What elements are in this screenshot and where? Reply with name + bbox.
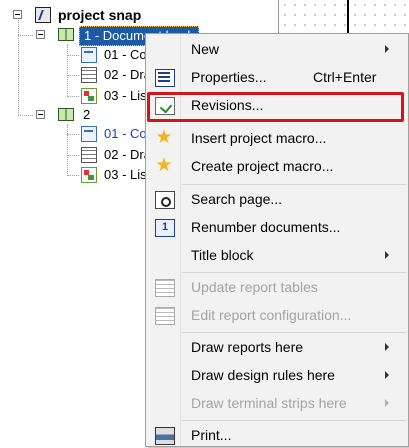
properties-icon [155, 69, 175, 87]
printer-icon [155, 427, 175, 445]
tree-connector [67, 175, 79, 176]
tree-connector [18, 115, 33, 116]
menu-item-draw-terminal-strips-here[interactable]: Draw terminal strips here [147, 390, 407, 416]
submenu-arrow-icon [385, 399, 389, 407]
tree-node-page[interactable]: 01 - Cover page [104, 125, 146, 143]
tree-connector [18, 35, 33, 36]
cover-page-icon [81, 126, 97, 142]
tree-node-label: 02 - Drawing [104, 67, 146, 82]
menu-item-label: Create project macro... [191, 158, 334, 174]
menu-separator [182, 420, 406, 421]
tree-root-project[interactable]: project snap [58, 6, 141, 24]
star-icon: ★ [155, 127, 173, 148]
book-icon [58, 108, 74, 121]
star-icon: ★ [155, 155, 173, 176]
menu-separator [182, 332, 406, 333]
drawing-page-icon [81, 147, 97, 163]
tree-connector [67, 155, 79, 156]
collapse-book-1-toggle[interactable] [36, 30, 45, 39]
menu-separator [182, 184, 406, 185]
menu-item-label: Insert project macro... [191, 130, 327, 146]
menu-item-label: New [191, 41, 220, 57]
menu-separator [182, 272, 406, 273]
menu-item-new[interactable]: New [147, 36, 407, 62]
tree-node-page[interactable]: 01 - Cover page [104, 46, 146, 64]
menu-item-edit-report-configuration[interactable]: Edit report configuration... [147, 302, 407, 328]
list-page-icon [81, 88, 97, 104]
tree-connector [67, 55, 79, 56]
tree-connector [67, 134, 79, 135]
menu-item-label: Search page... [191, 191, 283, 207]
menu-item-label: Draw reports here [191, 339, 304, 355]
list-page-icon [81, 167, 97, 183]
report-table-icon [155, 279, 175, 297]
menu-item-draw-design-rules-here[interactable]: Draw design rules here [147, 362, 407, 388]
tree-node-label: 03 - Lists [104, 88, 146, 103]
tree-node-label: 2 [83, 107, 91, 122]
tree-node-label: 01 - Cover page [104, 47, 146, 62]
menu-item-shortcut: Ctrl+Enter [313, 69, 377, 85]
project-icon [35, 7, 51, 23]
menu-item-label: Draw design rules here [191, 367, 335, 383]
renumber-icon: 1 [155, 219, 175, 237]
tree-node-page[interactable]: 03 - Lists [104, 166, 146, 184]
collapse-root-toggle[interactable] [13, 10, 22, 19]
submenu-arrow-icon [385, 251, 389, 259]
drawing-page-icon [81, 67, 97, 83]
tree-node-label: 02 - Drawing [104, 147, 146, 162]
tree-node-label: 03 - Lists [104, 167, 146, 182]
revisions-highlight-box [147, 92, 404, 122]
menu-item-draw-reports-here[interactable]: Draw reports here [147, 334, 407, 360]
tree-node-book-2[interactable]: 2 [83, 106, 90, 124]
menu-item-label: Update report tables [191, 279, 318, 295]
menu-item-insert-project-macro[interactable]: ★ Insert project macro... [147, 125, 407, 151]
book-icon [58, 28, 74, 41]
menu-item-create-project-macro[interactable]: ★ Create project macro... [147, 153, 407, 179]
menu-item-update-report-tables[interactable]: Update report tables [147, 274, 407, 300]
menu-item-renumber-documents[interactable]: 1 Renumber documents... [147, 214, 407, 240]
menu-item-label: Properties... [191, 69, 267, 85]
tree-node-page[interactable]: 02 - Drawing [104, 146, 146, 164]
tree-node-label: 01 - Cover page [104, 126, 146, 141]
menu-item-title-block[interactable]: Title block [147, 242, 407, 268]
tree-node-page[interactable]: 02 - Drawing [104, 66, 146, 84]
report-table-icon [155, 307, 175, 325]
submenu-arrow-icon [385, 45, 389, 53]
menu-item-print[interactable]: Print... [147, 422, 407, 448]
tree-root-label: project snap [58, 7, 142, 23]
submenu-arrow-icon [385, 371, 389, 379]
menu-item-label: Edit report configuration... [191, 307, 352, 323]
menu-item-label: Renumber documents... [191, 219, 341, 235]
tree-connector [67, 124, 68, 176]
cover-page-icon [81, 47, 97, 63]
collapse-book-2-toggle[interactable] [36, 110, 45, 119]
tree-connector [67, 44, 68, 96]
menu-item-label: Title block [191, 247, 254, 263]
tree-connector [67, 75, 79, 76]
tree-connector [67, 96, 79, 97]
search-page-icon [155, 191, 175, 209]
menu-item-search-page[interactable]: Search page... [147, 186, 407, 212]
tree-node-page[interactable]: 03 - Lists [104, 87, 146, 105]
menu-item-label: Print... [191, 427, 232, 443]
menu-item-properties[interactable]: Properties... Ctrl+Enter [147, 64, 407, 90]
menu-item-label: Draw terminal strips here [191, 395, 347, 411]
submenu-arrow-icon [385, 343, 389, 351]
